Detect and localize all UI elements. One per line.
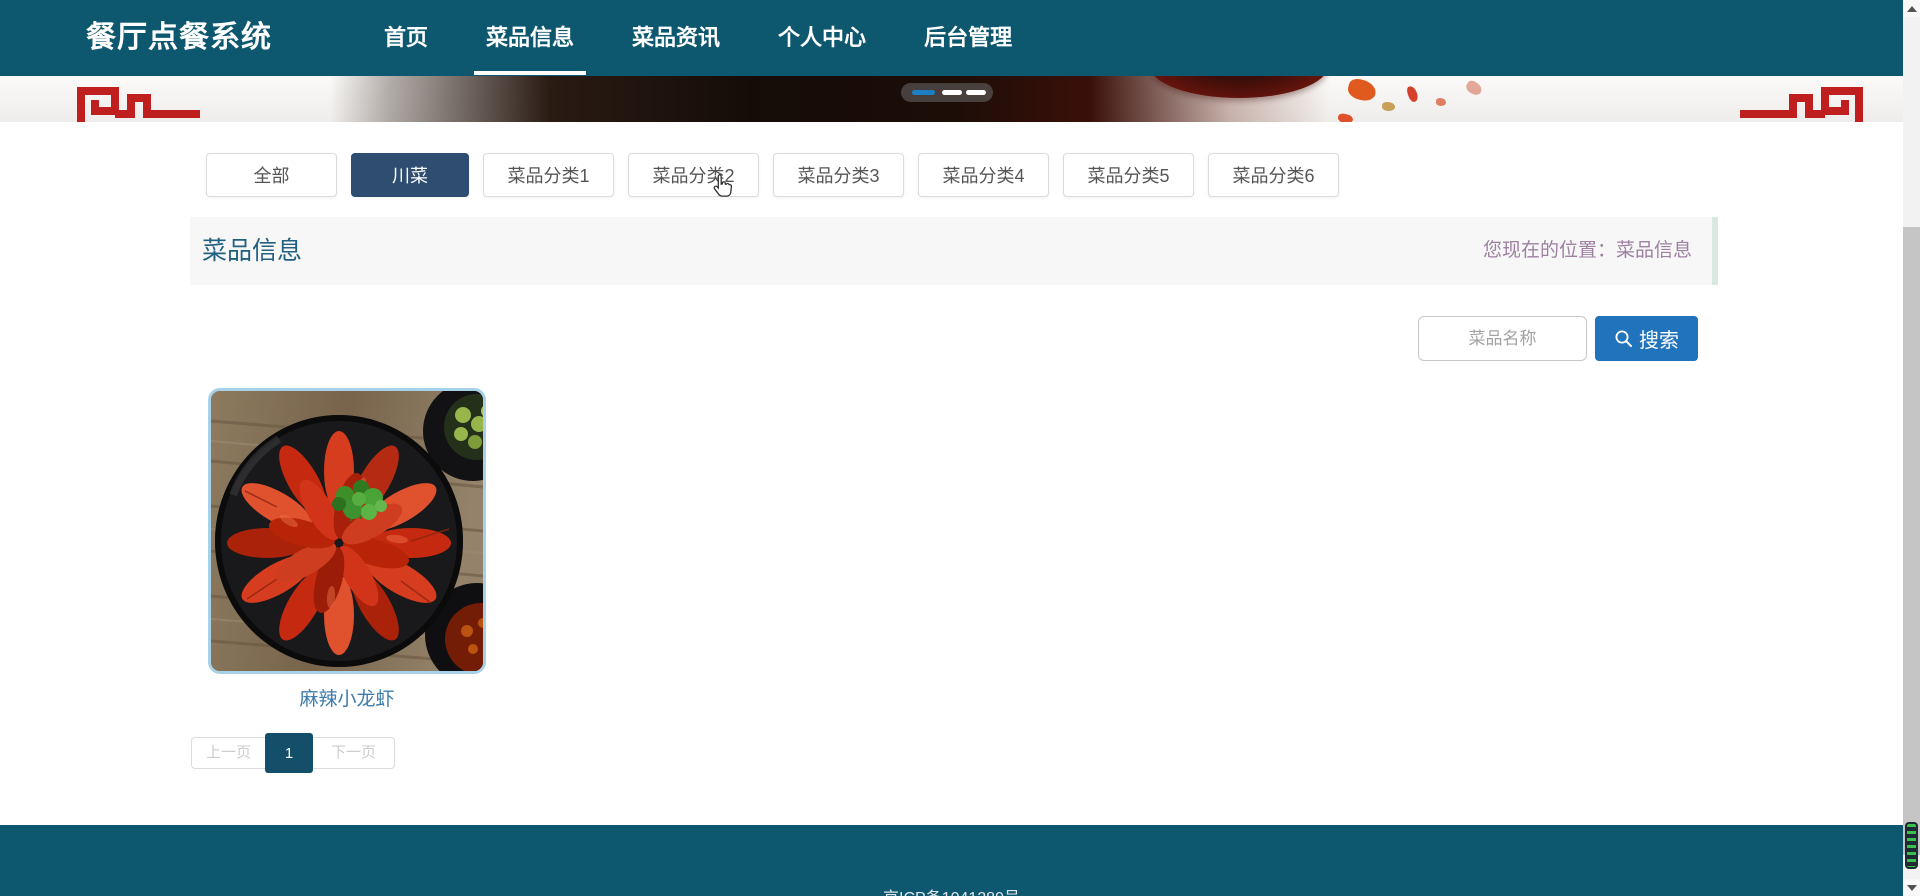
vertical-scrollbar[interactable] bbox=[1903, 0, 1920, 896]
section-header: 菜品信息 您现在的位置：菜品信息 bbox=[190, 217, 1718, 285]
scroll-down-button[interactable] bbox=[1903, 879, 1920, 896]
icp-record-text: 京ICP备1041289号 bbox=[0, 884, 1903, 896]
scroll-up-button[interactable] bbox=[1903, 0, 1920, 17]
breadcrumb: 您现在的位置：菜品信息 bbox=[1482, 240, 1692, 261]
app-title: 餐厅点餐系统 bbox=[86, 21, 272, 54]
section-accent-bar bbox=[1712, 217, 1718, 285]
category-4-button[interactable]: 菜品分类4 bbox=[918, 153, 1049, 197]
search-input[interactable] bbox=[1418, 316, 1587, 361]
pagination: 上一页 1 下一页 bbox=[191, 733, 396, 773]
dish-name-link[interactable]: 麻辣小龙虾 bbox=[208, 684, 486, 711]
page: 餐厅点餐系统 首页 菜品信息 菜品资讯 个人中心 后台管理 全部 川菜 菜品分类… bbox=[0, 0, 1920, 896]
banner-fret-pattern-right bbox=[1740, 87, 1863, 122]
page-title: 菜品信息 bbox=[202, 237, 303, 265]
nav-item-personal-center[interactable]: 个人中心 bbox=[766, 0, 878, 76]
search-button[interactable]: 搜索 bbox=[1595, 316, 1698, 361]
category-sichuan-button[interactable]: 川菜 bbox=[351, 153, 469, 197]
pagination-page-1-button[interactable]: 1 bbox=[265, 733, 314, 773]
category-filter: 全部 川菜 菜品分类1 菜品分类2 菜品分类3 菜品分类4 菜品分类5 菜品分类… bbox=[206, 153, 1339, 197]
carousel-dot[interactable] bbox=[942, 90, 962, 95]
banner-chili bbox=[1337, 113, 1354, 122]
main-nav: 首页 菜品信息 菜品资讯 个人中心 后台管理 bbox=[372, 0, 1024, 76]
dish-image-crayfish[interactable] bbox=[208, 388, 486, 674]
banner-chili bbox=[1345, 76, 1379, 104]
pagination-next-button[interactable]: 下一页 bbox=[313, 738, 394, 768]
category-1-button[interactable]: 菜品分类1 bbox=[483, 153, 614, 197]
search-icon bbox=[1615, 330, 1632, 347]
category-all-button[interactable]: 全部 bbox=[206, 153, 337, 197]
arrow-down-icon bbox=[1906, 884, 1917, 891]
category-3-button[interactable]: 菜品分类3 bbox=[773, 153, 904, 197]
search-button-label: 搜索 bbox=[1639, 330, 1679, 352]
category-2-button[interactable]: 菜品分类2 bbox=[628, 153, 759, 197]
category-5-button[interactable]: 菜品分类5 bbox=[1063, 153, 1194, 197]
banner-chili bbox=[1464, 78, 1484, 98]
carousel-banner[interactable] bbox=[0, 76, 1903, 122]
nav-item-home[interactable]: 首页 bbox=[372, 0, 440, 76]
nav-item-admin[interactable]: 后台管理 bbox=[912, 0, 1024, 76]
category-6-button[interactable]: 菜品分类6 bbox=[1208, 153, 1339, 197]
banner-fret-pattern-left bbox=[77, 87, 200, 122]
arrow-up-icon bbox=[1906, 5, 1917, 12]
banner-chili bbox=[1436, 98, 1446, 106]
banner-chili bbox=[1382, 102, 1395, 111]
carousel-indicators bbox=[901, 83, 993, 102]
scrollbar-thumb[interactable] bbox=[1903, 227, 1920, 855]
pagination-prev-button[interactable]: 上一页 bbox=[192, 738, 265, 768]
scroll-position-widget bbox=[1905, 822, 1918, 869]
footer: 京ICP备1041289号 bbox=[0, 825, 1903, 896]
dish-card[interactable]: 麻辣小龙虾 bbox=[208, 388, 486, 711]
nav-item-dish-news[interactable]: 菜品资讯 bbox=[620, 0, 732, 76]
carousel-dot[interactable] bbox=[966, 90, 986, 95]
banner-chili bbox=[1405, 85, 1420, 103]
nav-item-dish-info[interactable]: 菜品信息 bbox=[474, 0, 587, 76]
carousel-dot-active[interactable] bbox=[912, 90, 935, 95]
top-navbar: 餐厅点餐系统 首页 菜品信息 菜品资讯 个人中心 后台管理 bbox=[0, 0, 1903, 76]
